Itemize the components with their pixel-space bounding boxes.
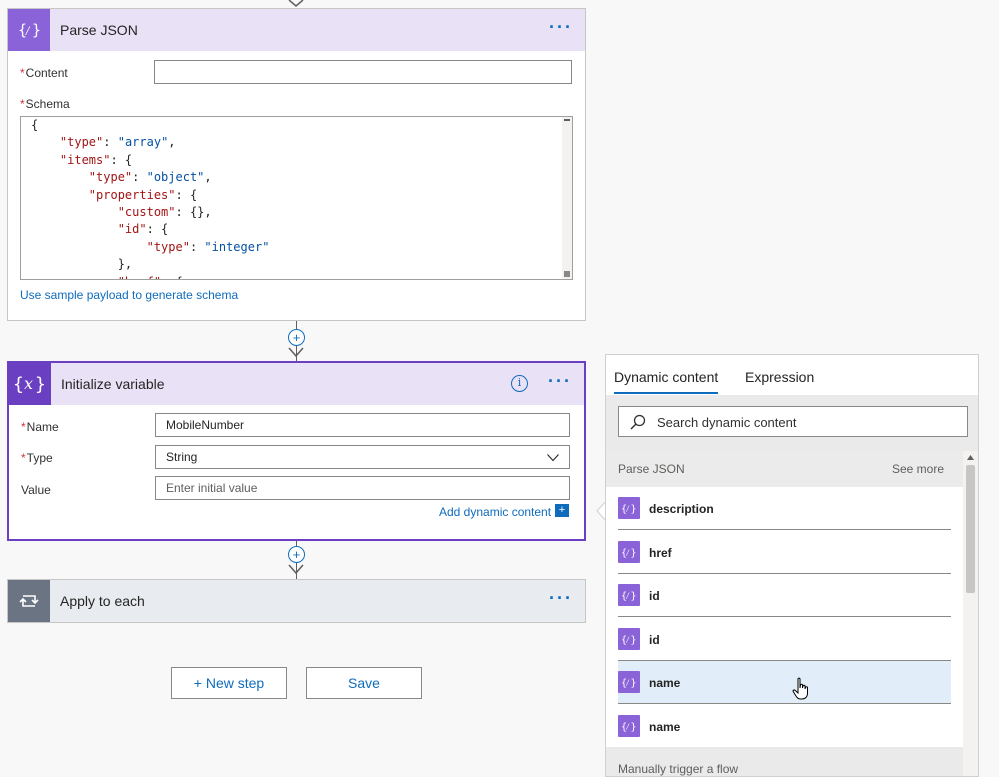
curly-braces-icon: {/} [618,584,640,606]
sample-payload-link[interactable]: Use sample payload to generate schema [20,288,238,302]
type-selected-value: String [166,450,198,464]
svg-text:}: } [631,548,637,558]
name-label: *Name [21,420,59,434]
plus-circle-icon[interactable]: + [288,546,305,563]
curly-braces-icon: {/} [618,714,640,737]
curly-braces-icon: {/} [618,627,640,650]
required-mark: * [20,66,25,80]
add-dynamic-icon[interactable]: + [555,504,569,517]
content-label-text: Content [25,66,68,80]
required-mark: * [20,97,25,111]
initialize-variable-header[interactable]: {x} Initialize variable i ··· [9,363,584,405]
list-item-label: name [649,676,681,690]
required-mark: * [21,451,26,465]
svg-text:{: { [13,374,24,395]
list-item[interactable]: {/} id [618,574,951,617]
apply-to-each-more-button[interactable]: ··· [549,588,573,608]
svg-text:/: / [626,505,630,513]
list-item-label: name [649,719,681,734]
initialize-variable-more-button[interactable]: ··· [548,371,572,391]
loop-icon [8,580,50,622]
svg-text:}: } [631,678,637,688]
svg-text:/: / [626,679,630,687]
tab-expression[interactable]: Expression [745,369,814,385]
apply-to-each-header[interactable]: Apply to each ··· [8,580,585,622]
svg-text:}: } [631,591,637,601]
section-title: Parse JSON [618,462,685,476]
editor-scrollbar[interactable] [562,117,572,279]
svg-text:/: / [626,636,630,644]
schema-label-text: Schema [25,97,70,111]
svg-text:/: / [626,549,630,557]
type-label: *Type [21,451,53,465]
variable-x-icon: {x} [9,363,51,405]
content-label: *Content [20,66,68,80]
list-item-label: id [649,632,660,647]
parse-json-header[interactable]: {/} Parse JSON ··· [8,9,585,51]
hand-cursor-icon [792,677,808,700]
variable-type-select[interactable]: String [155,445,570,469]
see-more-link[interactable]: See more [892,462,944,476]
curly-braces-icon: {/} [618,671,640,693]
curly-braces-icon: {/} [8,9,50,51]
list-item[interactable]: {/} id [618,618,951,661]
initialize-variable-card: {x} Initialize variable i ··· *Name Mobi… [7,361,586,541]
svg-text:/: / [626,723,630,731]
panel-scrollbar[interactable] [963,451,978,776]
tab-dynamic-content[interactable]: Dynamic content [614,369,719,394]
parse-json-more-button[interactable]: ··· [549,17,573,37]
parse-json-card: {/} Parse JSON ··· *Content *Schema { "t… [7,8,586,321]
variable-name-input[interactable]: MobileNumber [155,413,570,437]
list-item[interactable]: {/} href [618,531,951,574]
variable-value-input[interactable]: Enter initial value [155,476,570,500]
search-placeholder: Search dynamic content [657,415,797,430]
schema-label: *Schema [20,97,70,111]
list-item[interactable]: {/} name [618,705,951,748]
value-label: Value [21,483,51,497]
add-dynamic-content-link[interactable]: Add dynamic content [439,505,551,519]
schema-editor[interactable]: { "type": "array", "items": { "type": "o… [20,116,573,280]
chevron-down-icon [547,454,559,462]
svg-text:/: / [25,26,31,37]
type-label-text: Type [26,451,53,465]
apply-to-each-card[interactable]: Apply to each ··· [7,579,586,623]
connector-arrow [288,347,304,358]
plus-circle-icon[interactable]: + [288,329,305,346]
info-icon[interactable]: i [511,375,528,392]
svg-text:}: } [631,722,637,732]
search-input[interactable]: Search dynamic content [618,406,968,437]
list-item-label: id [649,589,660,603]
svg-text:}: } [631,504,637,514]
scrollbar-thumb[interactable] [966,465,975,593]
search-icon [630,414,646,430]
list-item[interactable]: {/} description [618,487,951,530]
required-mark: * [21,420,26,434]
name-label-text: Name [26,420,59,434]
save-button[interactable]: Save [306,667,422,699]
svg-text:}: } [631,635,637,645]
connector-arrow-top [288,0,304,7]
list-item-label: description [649,502,714,516]
section-header-parse-json: Parse JSON See more [606,451,963,487]
new-step-button[interactable]: + New step [171,667,287,699]
svg-text:x: x [24,374,33,393]
curly-braces-icon: {/} [618,540,640,563]
schema-code: { "type": "array", "items": { "type": "o… [31,118,270,279]
list-item-label: href [649,545,672,560]
svg-text:}: } [35,374,46,395]
scroll-up-arrow[interactable] [967,455,974,460]
dynamic-content-panel: Dynamic content Expression Search dynami… [605,354,979,777]
connector-arrow [288,564,304,575]
section-title-manual-trigger: Manually trigger a flow [618,762,739,776]
svg-text:}: } [32,21,41,39]
list-item[interactable]: {/} name [618,661,951,704]
curly-braces-icon: {/} [618,497,640,519]
initialize-variable-title: Initialize variable [61,376,165,392]
content-input[interactable] [154,60,572,84]
apply-to-each-title: Apply to each [60,593,145,609]
dynamic-content-list: {/} description {/} href {/} id {/} id {… [606,487,963,747]
parse-json-title: Parse JSON [60,22,138,38]
svg-text:/: / [626,592,630,600]
